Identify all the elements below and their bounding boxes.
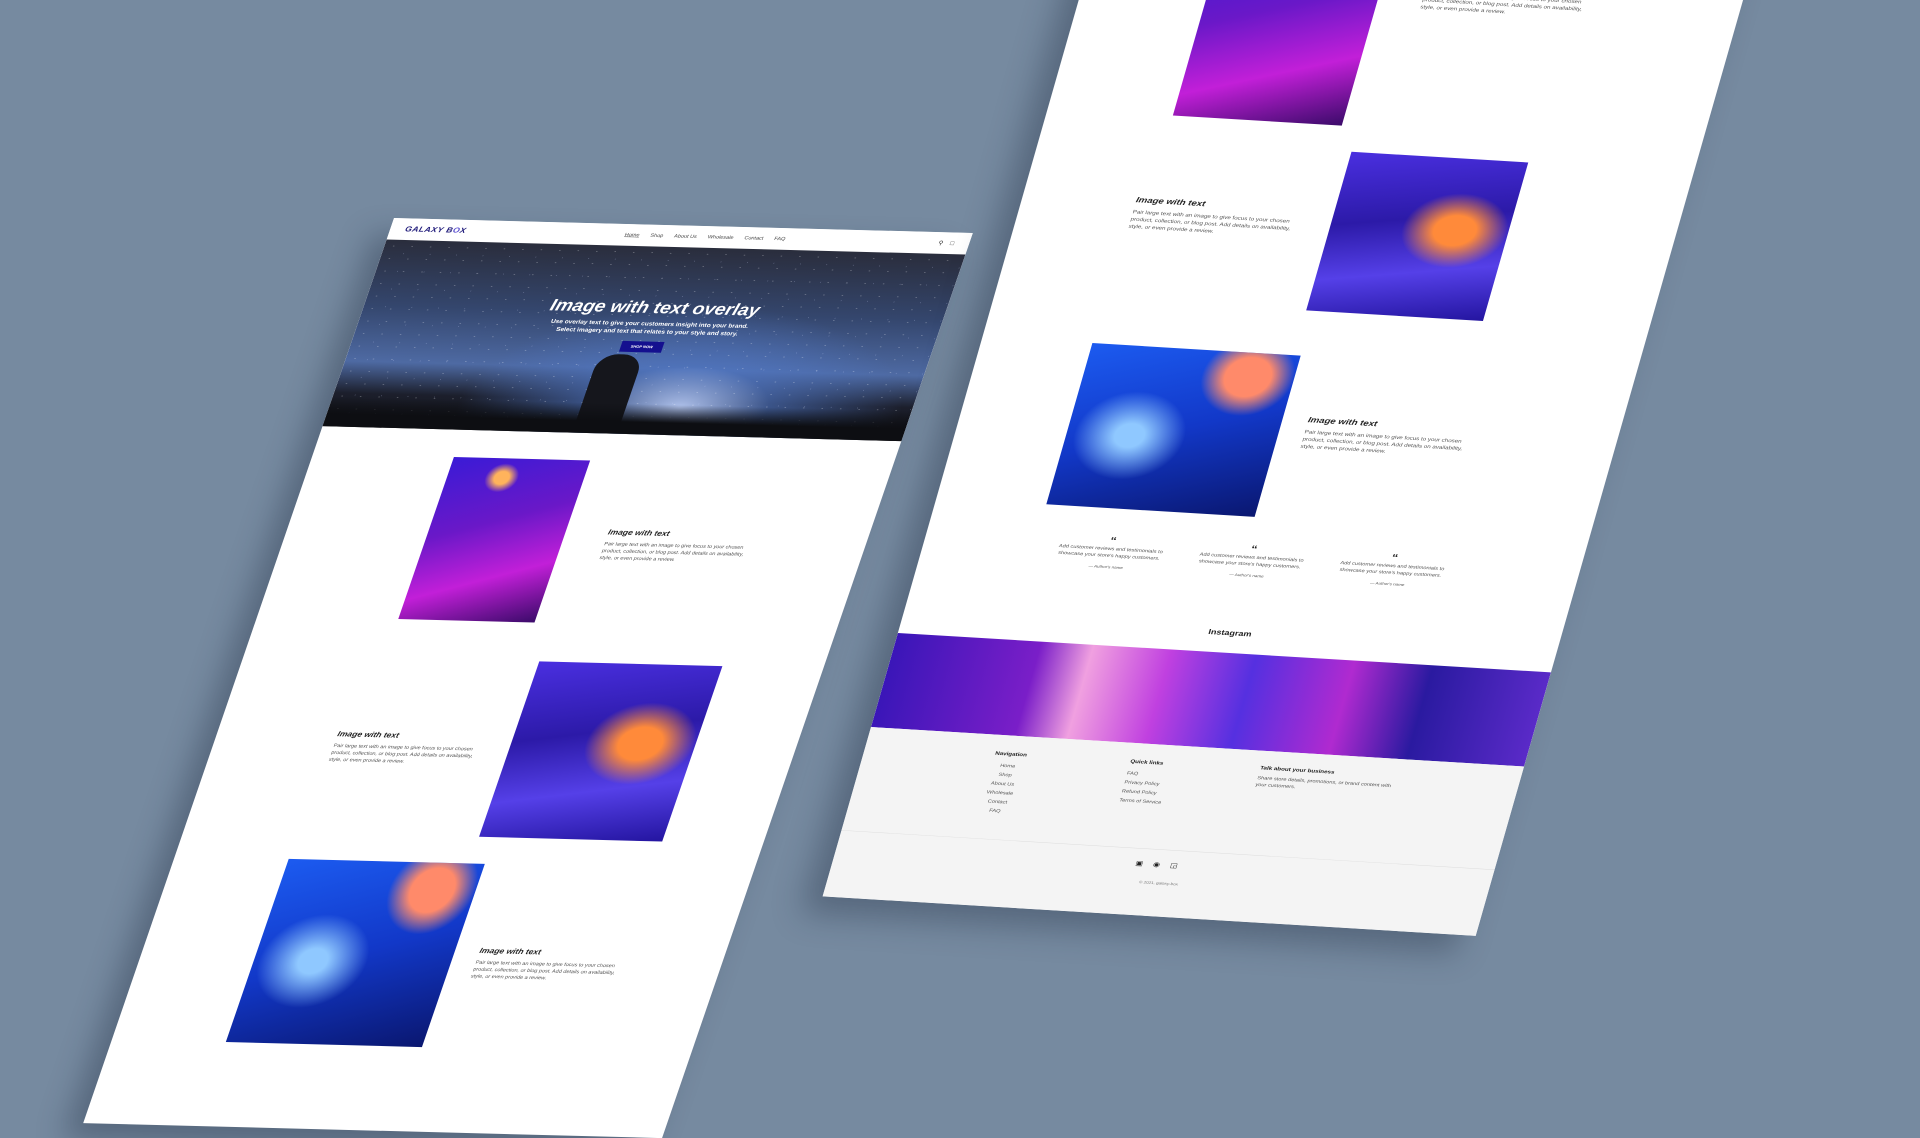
testimonial-author: — Author's name (1087, 563, 1124, 570)
footer-heading: Navigation (994, 750, 1028, 758)
footer-heading: Quick links (1129, 758, 1165, 767)
nav-about-us[interactable]: About Us (673, 234, 697, 240)
nav-wholesale[interactable]: Wholesale (707, 234, 734, 240)
image-with-text-3: Image with text Pair large text with an … (470, 946, 631, 983)
image-with-text-2: Image with text Pair large text with an … (1127, 195, 1306, 240)
section-body: Pair large text with an image to give fo… (598, 541, 745, 563)
nav-shop[interactable]: Shop (650, 233, 665, 239)
nav-home[interactable]: Home (624, 232, 640, 238)
footer-navigation: Navigation Home Shop About Us Wholesale … (978, 748, 1029, 816)
section-title: Image with text (478, 946, 543, 957)
footer-link-terms-of-service[interactable]: Terms of Service (1118, 796, 1162, 807)
dining-room-image (1046, 343, 1301, 517)
homepage-mockup-bottom: Image with text Pair large text with an … (822, 0, 1771, 936)
cart-icon[interactable]: □ (949, 240, 955, 247)
hero-subtitle: Use overlay text to give your customers … (550, 317, 750, 337)
bedroom-image (479, 661, 723, 842)
nav-contact[interactable]: Contact (744, 235, 765, 241)
footer-link-faq[interactable]: FAQ (978, 806, 1012, 817)
section-body: Pair large text with an image to give fo… (470, 959, 616, 981)
instagram-icon[interactable]: ◲ (1169, 861, 1178, 869)
footer-quick-links: Quick links FAQ Privacy Policy Refund Po… (1118, 756, 1174, 807)
section-title: Image with text (606, 527, 672, 538)
logo[interactable]: GALAXY BOX (404, 225, 468, 235)
section-body: Pair large text with an image to give fo… (1299, 429, 1464, 455)
testimonial-author: — Author's name (1369, 580, 1406, 587)
homepage-mockup-top: GALAXY BOX Home Shop About Us Wholesale … (83, 218, 973, 1138)
image-with-text-1: Image with text Pair large text with an … (598, 528, 759, 565)
shop-now-button[interactable]: SHOP NOW (618, 341, 665, 353)
image-with-text-3: Image with text Pair large text with an … (1299, 415, 1478, 460)
hero-banner: Image with text overlay Use overlay text… (322, 239, 966, 442)
living-room-image (1172, 0, 1395, 126)
section-body: Pair large text with an image to give fo… (328, 743, 474, 764)
living-room-image (398, 456, 591, 623)
testimonial-3: “ Add customer reviews and testimonials … (1330, 549, 1452, 590)
main-nav: Home Shop About Us Wholesale Contact FAQ (624, 232, 786, 241)
testimonial-author: — Author's name (1228, 572, 1265, 579)
nav-faq[interactable]: FAQ (773, 236, 786, 241)
facebook-icon[interactable]: ▣ (1135, 859, 1144, 867)
dining-room-image (225, 858, 485, 1048)
bedroom-image (1306, 151, 1529, 322)
pinterest-icon[interactable]: ◉ (1152, 860, 1161, 868)
testimonial-1: “ Add customer reviews and testimonials … (1049, 532, 1171, 573)
section-title: Image with text (336, 729, 401, 740)
footer-about: Talk about your business Share store det… (1255, 764, 1397, 796)
image-with-text-1: Image with text Pair large text with an … (1419, 0, 1598, 21)
social-links: ▣ ◉ ◲ (1135, 859, 1179, 869)
section-body: Pair large text with an image to give fo… (1419, 0, 1583, 15)
search-icon[interactable]: ⚲ (937, 239, 944, 246)
image-with-text-2: Image with text Pair large text with an … (328, 730, 489, 767)
section-body: Pair large text with an image to give fo… (1127, 209, 1292, 235)
testimonial-2: “ Add customer reviews and testimonials … (1189, 541, 1311, 582)
